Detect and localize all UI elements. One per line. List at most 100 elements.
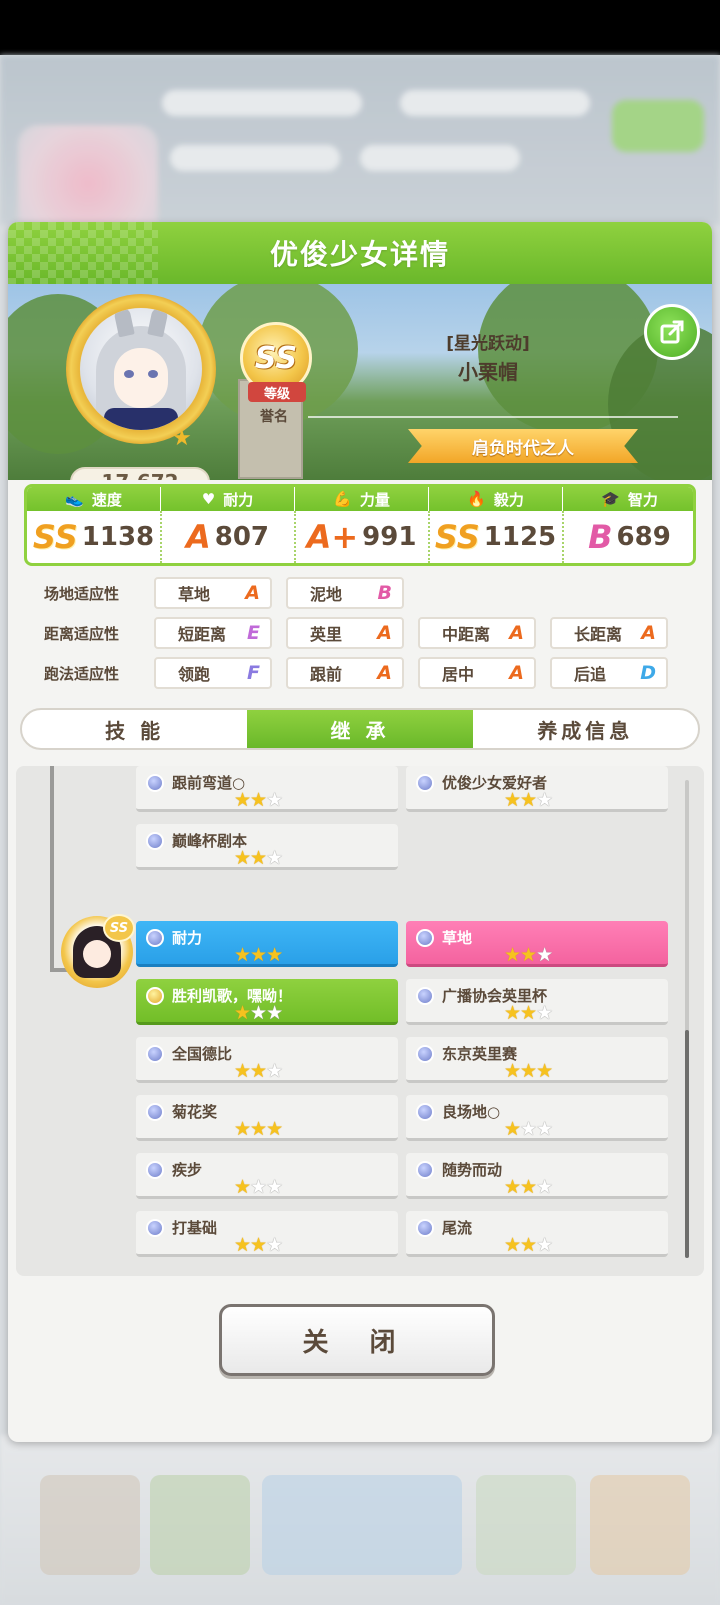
stat-label: 力量 [359,490,390,509]
factor-orb-icon [416,774,434,792]
skill-factor-item[interactable]: 菊花奖 ★★★ [136,1095,398,1141]
star-rating: ★★★ [504,1061,553,1081]
aptitude-name: 短距离 [178,625,227,644]
tab-training-info[interactable]: 养成信息 [473,710,698,748]
character-name: 小栗帽 [458,360,518,384]
stat-header: 💪 力量 [295,487,428,511]
character-epithet: [星光跃动] [446,334,530,354]
star-rating: ★★★ [234,1060,283,1082]
aptitude-short: 短距离 E [154,617,272,649]
stat-body: A+ 991 [295,511,428,563]
skill-factor-item[interactable]: 草地 ★★★ [406,921,668,967]
aptitude-label: 距离适应性 [44,624,120,643]
star-filled-icon: ★ [234,1234,251,1256]
parent-avatar[interactable]: SS [61,914,135,988]
aptitude-turf: 草地 A [154,577,272,609]
close-button[interactable]: 关 闭 [219,1304,495,1376]
skill-factor-item[interactable]: 良场地○ ★★★ [406,1095,668,1141]
scrollbar[interactable] [685,780,689,1258]
star-empty-icon: ★ [536,1234,553,1256]
skill-factor-item[interactable]: 疾步 ★★★ [136,1153,398,1199]
skill-factor-item[interactable]: 广播协会英里杯 ★★★ [406,979,668,1025]
skill-factor-item[interactable]: 巅峰杯剧本 ★★★ [136,824,398,870]
star-rating: ★★★ [504,1234,553,1256]
stat-header: 🔥 毅力 [429,487,562,511]
factor-orb-icon [146,929,164,947]
skill-factor-item[interactable]: 胜利凯歌，嘿呦！ ★★★ [136,979,398,1025]
tab-skills[interactable]: 技 能 [22,710,247,748]
aptitude-name: 中距离 [442,625,491,644]
stat-grade: SS [32,518,78,556]
aptitude-grade: F [247,662,260,684]
star-filled-icon: ★ [504,789,521,811]
evaluation-score: 17,672 [70,467,210,480]
star-filled-icon: ★ [504,1176,521,1198]
skill-factor-item[interactable]: 全国德比 ★★★ [136,1037,398,1083]
style-aptitude-row: 跑法适应性 [30,657,148,689]
star-filled-icon: ★ [266,1118,283,1140]
star-filled-icon: ★ [250,944,267,966]
stat-label: 毅力 [493,490,524,509]
tab-inheritance[interactable]: 继 承 [247,710,473,748]
stat-body: SS 1138 [27,511,160,563]
star-filled-icon: ★ [504,944,521,966]
skill-factor-item[interactable]: 打基础 ★★★ [136,1211,398,1257]
aptitude-grade: A [509,622,524,644]
star-filled-icon: ★ [234,1060,251,1082]
factor-orb-icon [416,1219,434,1237]
stat-body: B 689 [563,511,693,563]
skill-factor-name: 草地 [442,929,473,947]
skill-factor-item[interactable]: 随势而动 ★★★ [406,1153,668,1199]
inheritance-list[interactable]: SS 跟前弯道○ ★★★ 优俊少女爱好者 ★★★ 巅峰杯剧本 ★★★ 耐力 ★★★ 草地 ★★★ 胜… [16,766,704,1276]
aptitude-name: 长距离 [574,625,623,644]
aptitude-grade: A [377,662,392,684]
character-title-ribbon[interactable]: 肩负时代之人 [408,429,638,463]
stat-label: 耐力 [223,490,254,509]
share-icon [660,320,684,344]
factor-orb-icon [416,929,434,947]
skill-factor-item[interactable]: 跟前弯道○ ★★★ [136,766,398,812]
skill-factor-name: 耐力 [172,929,203,947]
star-rating: ★★★ [234,1118,283,1140]
star-filled-icon: ★ [504,1234,521,1256]
skill-factor-item[interactable]: 尾流 ★★★ [406,1211,668,1257]
stat-power: 💪 力量 A+ 991 [295,487,428,563]
aptitude-grade: B [377,582,392,604]
stat-grade: B [588,518,613,556]
star-empty-icon: ★ [266,1176,283,1198]
aptitude-label: 场地适应性 [44,584,120,603]
stat-value: 991 [362,522,417,552]
aptitude-name: 跟前 [310,665,343,684]
aptitude-grade: A [377,622,392,644]
star-empty-icon: ★ [250,1176,267,1198]
star-filled-icon: ★ [250,1060,267,1082]
portrait-ear [113,308,135,338]
aptitude-name: 英里 [310,625,343,644]
star-rating: ★★★ [504,1003,553,1023]
star-rating: ★★★ [504,789,553,811]
portrait-uniform [104,408,178,430]
parent-rank-badge: SS [103,914,135,942]
star-filled-icon: ★ [250,847,267,869]
scrollbar-thumb[interactable] [685,1030,689,1258]
umamusume-detail-dialog: 优俊少女详情 ★ 17,672 SS 等级 誉 [8,222,712,1442]
graduation-cap-icon: 🎓 [601,490,620,508]
portrait-eye [124,370,134,378]
star-empty-icon: ★ [266,789,283,811]
skill-factor-item[interactable]: 耐力 ★★★ [136,921,398,967]
aptitude-label: 跑法适应性 [44,664,120,683]
skill-factor-name: 尾流 [442,1219,473,1237]
aptitude-grade: D [640,662,656,684]
aptitude-betweener: 居中 A [418,657,536,689]
flame-icon: 🔥 [467,490,486,508]
portrait-face [114,348,168,408]
star-filled-icon: ★ [234,1002,251,1024]
shoe-icon: 👟 [65,490,84,508]
skill-factor-item[interactable]: 东京英里赛 ★★★ [406,1037,668,1083]
skill-factor-item[interactable]: 优俊少女爱好者 ★★★ [406,766,668,812]
parent-face [83,940,111,968]
star-empty-icon: ★ [536,944,553,966]
character-portrait[interactable]: ★ [66,294,216,451]
star-filled-icon: ★ [250,1118,267,1140]
share-button[interactable] [644,304,700,360]
